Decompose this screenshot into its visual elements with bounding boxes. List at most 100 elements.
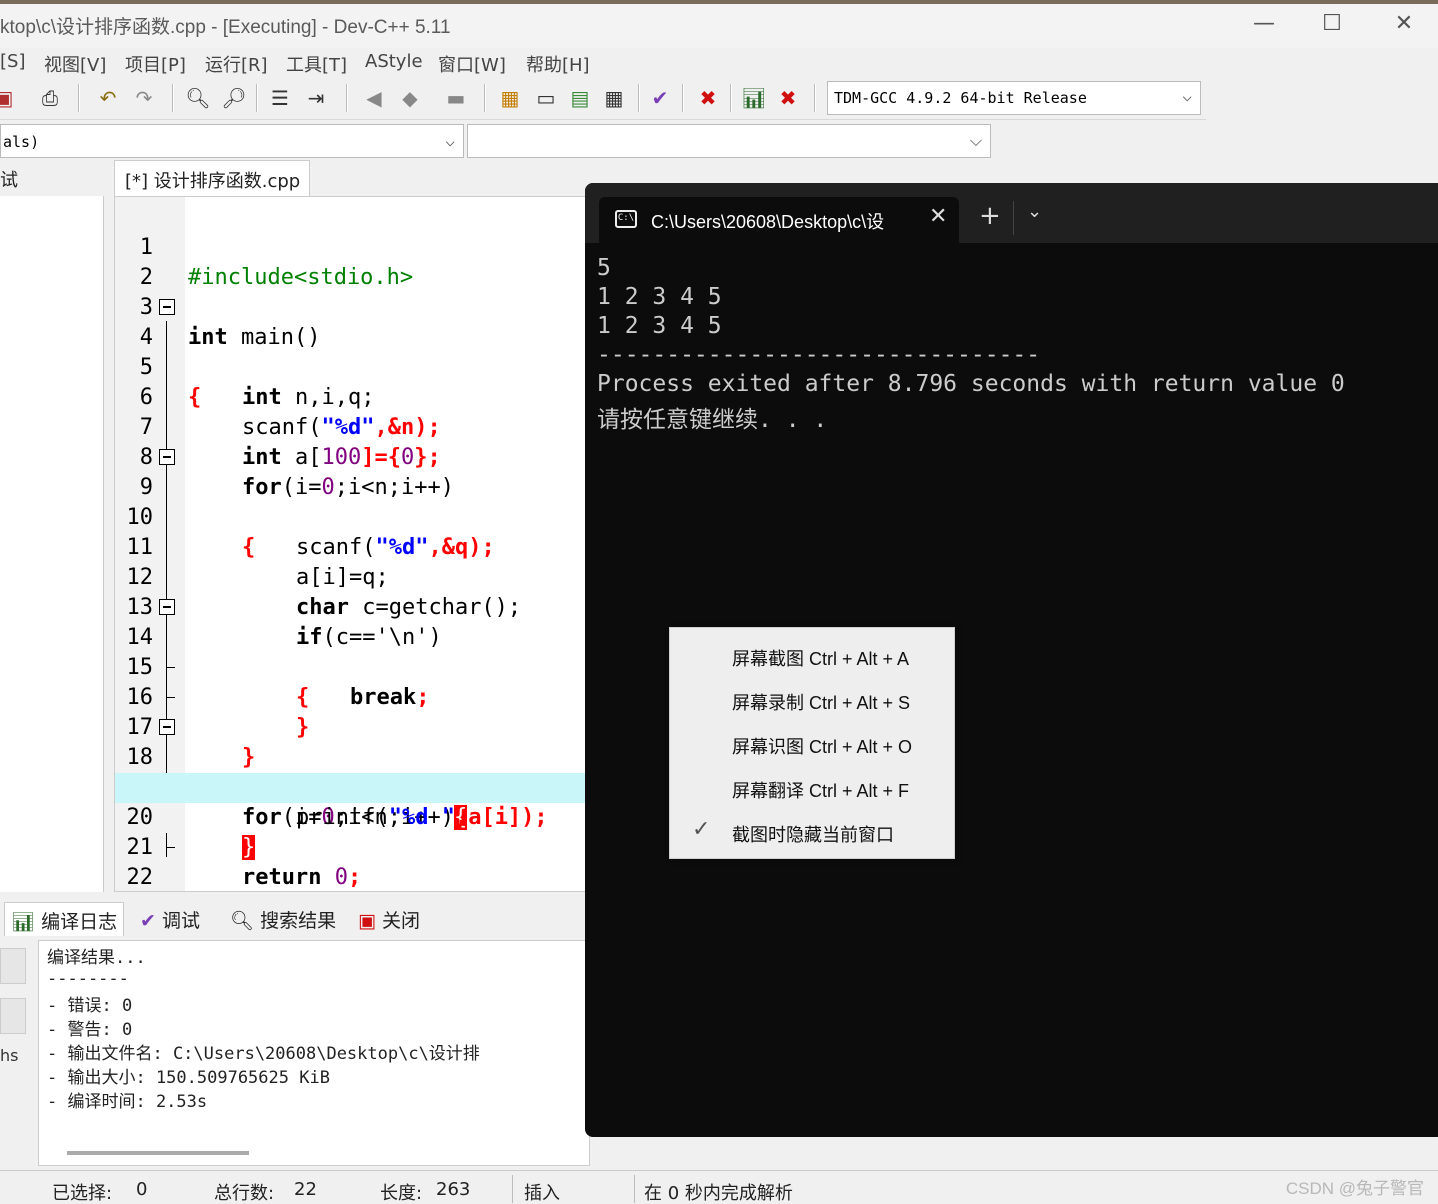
menu-item-screen-ocr[interactable]: 屏幕识图 Ctrl + Alt + O (670, 716, 954, 760)
maximize-button[interactable]: ☐ (1306, 8, 1358, 40)
save-all-icon[interactable]: ▣ (0, 84, 18, 112)
replace-icon[interactable]: 🔎︎ (220, 84, 248, 112)
fold-toggle[interactable] (159, 599, 175, 615)
close-button[interactable]: ✕ (1378, 8, 1430, 40)
find-icon[interactable]: 🔍︎ (184, 84, 212, 112)
file-tab[interactable]: [*] 设计排序函数.cpp (114, 160, 310, 196)
length-label: 长度: (380, 1183, 423, 1204)
goto-line-icon[interactable]: ⇥ (302, 84, 330, 112)
code-line-2: 2 (139, 265, 153, 290)
close-tab-icon[interactable]: ✕ (929, 204, 947, 229)
terminal-tab-bar: C:\ C:\Users\20608\Desktop\c\设 ✕ + ⌄ (585, 183, 1438, 243)
code-line-19: 19 printf("%d ",a[i]); (127, 775, 548, 830)
menu-view[interactable]: 视图[V] (44, 51, 106, 77)
menu-item-hide-window[interactable]: ✓ 截图时隐藏当前窗口 (670, 804, 954, 848)
log-line: 编译结果... (47, 948, 146, 968)
panel-button[interactable] (0, 998, 26, 1034)
log-line: -------- (47, 969, 129, 989)
code-line-21: 21 return 0; (126, 835, 362, 890)
code-line-4: 4 { (115, 293, 587, 410)
rebuild-icon[interactable]: ▦ (600, 84, 628, 112)
code-line-12: 12 char c=getchar(); (126, 565, 522, 620)
unindent-icon[interactable]: ◀ (360, 84, 388, 112)
compile-icon[interactable]: ▦ (496, 84, 524, 112)
selected-value: 0 (136, 1179, 148, 1200)
tab-dropdown-button[interactable]: ⌄ (1027, 201, 1042, 222)
undo-icon[interactable]: ↶ (94, 84, 122, 112)
terminal-tab-title: C:\Users\20608\Desktop\c\设 (651, 212, 885, 232)
code-line-22: 22 } (126, 865, 154, 890)
print-icon[interactable]: ⎙ (36, 84, 64, 112)
code-line-6: 6 scanf("%d",&n); (139, 385, 441, 440)
panel-button[interactable] (0, 948, 26, 984)
checkmark-icon: ✓ (692, 816, 711, 841)
menu-item-screen-capture[interactable]: 屏幕截图 Ctrl + Alt + A (670, 628, 954, 672)
terminal-icon: C:\ (615, 210, 637, 228)
new-tab-button[interactable]: + (979, 201, 1001, 231)
fold-toggle[interactable] (159, 719, 175, 735)
menu-help[interactable]: 帮助[H] (526, 51, 590, 77)
stop-icon[interactable]: ✖ (694, 84, 722, 112)
log-line: - 输出大小: 150.509765625 KiB (47, 1068, 330, 1088)
tab-search-results[interactable]: 🔍︎ 搜索结果 (224, 902, 342, 936)
code-line-17: 17 } (126, 715, 256, 770)
tab-close[interactable]: ▣ 关闭 (352, 902, 426, 936)
compile-log[interactable]: 编译结果... -------- - 错误: 0 - 警告: 0 - 输出文件名… (38, 940, 590, 1166)
debug-side-tab[interactable]: 试 (0, 163, 50, 193)
terminal-line: 5 (597, 255, 611, 281)
code-line-16: 16 } (126, 685, 310, 740)
delete-profile-icon[interactable]: ✖ (774, 84, 802, 112)
status-bar: 已选择: 0 总行数: 22 长度: 263 插入 在 0 秒内完成解析 (0, 1170, 1438, 1204)
chart-icon: 📊︎ (11, 911, 36, 933)
terminal-line: Process exited after 8.796 seconds with … (597, 371, 1345, 397)
screenshot-context-menu: 屏幕截图 Ctrl + Alt + A 屏幕录制 Ctrl + Alt + S … (669, 627, 955, 859)
redo-icon[interactable]: ↷ (130, 84, 158, 112)
minimize-button[interactable]: — (1238, 8, 1290, 40)
tab-compile-log[interactable]: 📊︎ 编译日志 (4, 902, 125, 936)
code-editor[interactable]: 1 #include<stdio.h> 2 3 int main() 4 { 5… (114, 196, 588, 892)
taskbar-strip (0, 0, 1438, 4)
terminal-tab[interactable]: C:\ C:\Users\20608\Desktop\c\设 ✕ (599, 197, 959, 243)
comment-icon[interactable]: ▬ (442, 84, 470, 112)
menu-item-screen-record[interactable]: 屏幕录制 Ctrl + Alt + S (670, 672, 954, 716)
chevron-down-icon: ⌵ (445, 131, 455, 150)
code-line-3: 3 int main() (139, 295, 321, 350)
code-line-9: 9 { (115, 443, 587, 560)
horizontal-scrollbar[interactable] (67, 1151, 249, 1155)
chevron-down-icon: ⌵ (1182, 86, 1192, 105)
fold-toggle[interactable] (159, 299, 175, 315)
run-icon[interactable]: ▭ (532, 84, 560, 112)
indent-icon[interactable]: ☰ (266, 84, 294, 112)
terminal-line: 请按任意键继续. . . (597, 407, 828, 433)
menu-window[interactable]: 窗口[W] (438, 51, 506, 77)
close-panel-icon: ▣ (358, 910, 376, 932)
tab-debug[interactable]: ✔ 调试 (134, 902, 206, 936)
compiler-select[interactable]: TDM-GCC 4.9.2 64-bit Release ⌵ (827, 81, 1201, 115)
compiler-select-value: TDM-GCC 4.9.2 64-bit Release (834, 89, 1087, 107)
compile-run-icon[interactable]: ▤ (566, 84, 594, 112)
menu-run[interactable]: 运行[R] (205, 51, 268, 77)
syntax-check-icon[interactable]: ✔ (646, 84, 674, 112)
divider (1013, 201, 1014, 235)
code-line-11: 11 a[i]=q; (126, 535, 389, 590)
menu-astyle[interactable]: AStyle (365, 51, 423, 72)
code-line-18: 18 for(i=0;i<n;i++){ (115, 713, 587, 830)
menu-item-screen-translate[interactable]: 屏幕翻译 Ctrl + Alt + F (670, 760, 954, 804)
terminal-line: 1 2 3 4 5 (597, 313, 722, 339)
code-line-14: 14 { (115, 593, 587, 710)
code-line-10: 10 scanf("%d",&q); (126, 505, 495, 560)
insert-mode: 插入 (524, 1183, 560, 1204)
class-select-value: als) (3, 133, 40, 151)
search-icon: 🔍︎ (230, 910, 255, 932)
menu-search[interactable]: [S] (0, 51, 25, 72)
code-line-15: 15 break; (126, 655, 430, 710)
class-select[interactable]: als) ⌵ (0, 124, 464, 158)
member-select[interactable]: ⌵ (467, 124, 991, 158)
menu-project[interactable]: 项目[P] (125, 51, 186, 77)
log-line: - 输出文件名: C:\Users\20608\Desktop\c\设计排 (47, 1044, 480, 1064)
terminal-line: 1 2 3 4 5 (597, 284, 722, 310)
chart-icon[interactable]: 📊︎ (740, 84, 768, 112)
menu-tools[interactable]: 工具[T] (286, 51, 347, 77)
bookmark-icon[interactable]: ◆ (396, 84, 424, 112)
fold-toggle[interactable] (159, 449, 175, 465)
